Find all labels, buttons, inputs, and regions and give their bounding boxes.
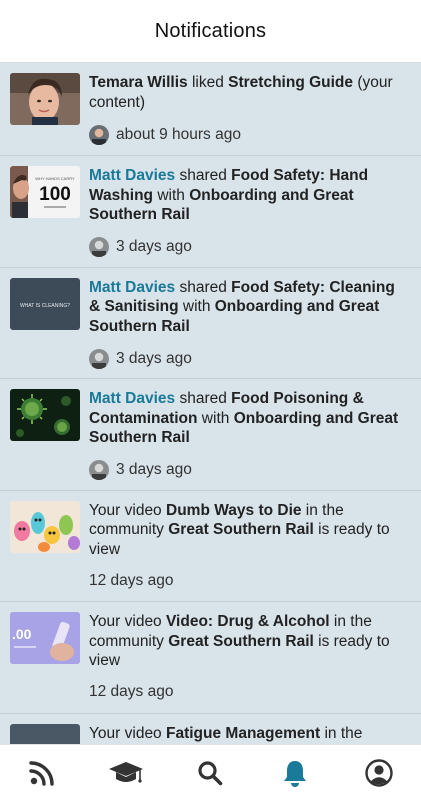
notification-message: Matt Davies shared Food Safety: Hand Was… bbox=[89, 167, 369, 223]
notification-time: 3 days ago bbox=[116, 349, 192, 367]
notification-time: 3 days ago bbox=[116, 238, 192, 255]
notification-time: 12 days ago bbox=[89, 571, 174, 589]
header: Notifications bbox=[0, 0, 421, 63]
notification-meta: about 9 hours ago bbox=[89, 125, 241, 145]
notification-thumbnail: WHY HANDS CARRY 100 bbox=[10, 166, 80, 218]
notification-thumbnail bbox=[10, 389, 80, 441]
notification-item[interactable]: Your video Fatigue Management in the bbox=[0, 713, 421, 744]
notification-item[interactable]: WHY HANDS CARRY 100 Matt Davies shared F… bbox=[0, 156, 421, 268]
notification-message: Matt Davies shared Food Safety: Cleaning… bbox=[89, 278, 395, 335]
user-circle-icon bbox=[365, 758, 393, 787]
tab-feed[interactable] bbox=[12, 745, 72, 800]
notification-message: Your video Fatigue Management in the bbox=[89, 724, 363, 742]
notification-time: 12 days ago bbox=[89, 683, 174, 700]
notification-message: Matt Davies shared Food Poisoning & Cont… bbox=[89, 390, 399, 446]
notification-message: Your video Video: Drug & Alcohol in the … bbox=[89, 613, 390, 669]
avatar bbox=[89, 125, 109, 145]
notification-thumbnail: .00 bbox=[10, 612, 80, 664]
page-title: Notifications bbox=[154, 19, 267, 42]
notification-thumbnail bbox=[10, 73, 80, 125]
svg-text:WHY HANDS CARRY: WHY HANDS CARRY bbox=[35, 176, 75, 181]
svg-text:WHAT IS CLEANING?: WHAT IS CLEANING? bbox=[20, 303, 70, 309]
rss-icon bbox=[29, 760, 54, 786]
notification-time: about 9 hours ago bbox=[116, 126, 241, 143]
notification-message: Your video Dumb Ways to Die in the commu… bbox=[89, 501, 390, 558]
tab-notifications[interactable] bbox=[265, 745, 325, 800]
avatar bbox=[89, 237, 109, 257]
notification-item[interactable]: Temara Willis liked Stretching Guide (yo… bbox=[0, 63, 421, 156]
avatar bbox=[89, 348, 109, 369]
notification-meta: 3 days ago bbox=[89, 237, 192, 257]
notification-item[interactable]: Your video Dumb Ways to Die in the commu… bbox=[0, 490, 421, 602]
notification-time: 3 days ago bbox=[116, 461, 192, 478]
app: Notifications Temara Willis liked Stretc… bbox=[0, 0, 421, 800]
graduation-cap-icon bbox=[109, 761, 144, 783]
notification-meta: 12 days ago bbox=[89, 683, 173, 701]
notification-thumbnail bbox=[10, 723, 80, 744]
tab-bar bbox=[0, 744, 421, 800]
notification-message: Temara Willis liked Stretching Guide (yo… bbox=[89, 74, 393, 111]
tab-search[interactable] bbox=[180, 745, 240, 800]
notification-thumbnail bbox=[10, 500, 80, 553]
notification-meta: 12 days ago bbox=[89, 572, 173, 590]
svg-text:100: 100 bbox=[39, 184, 71, 205]
svg-text:.00: .00 bbox=[12, 626, 32, 642]
tab-profile[interactable] bbox=[349, 745, 409, 800]
tab-learn[interactable] bbox=[96, 745, 156, 800]
notification-item[interactable]: Matt Davies shared Food Poisoning & Cont… bbox=[0, 379, 421, 491]
notification-thumbnail: WHAT IS CLEANING? bbox=[10, 277, 80, 330]
notification-meta: 3 days ago bbox=[89, 460, 192, 480]
bell-icon bbox=[283, 760, 306, 787]
notification-item[interactable]: WHAT IS CLEANING? Matt Davies shared Foo… bbox=[0, 267, 421, 379]
avatar bbox=[89, 460, 109, 480]
notification-list[interactable]: Temara Willis liked Stretching Guide (yo… bbox=[0, 63, 421, 744]
notification-meta: 3 days ago bbox=[89, 348, 192, 369]
notification-item[interactable]: .00 Your video Video: Drug & Alcohol in … bbox=[0, 602, 421, 714]
search-icon bbox=[198, 760, 223, 785]
